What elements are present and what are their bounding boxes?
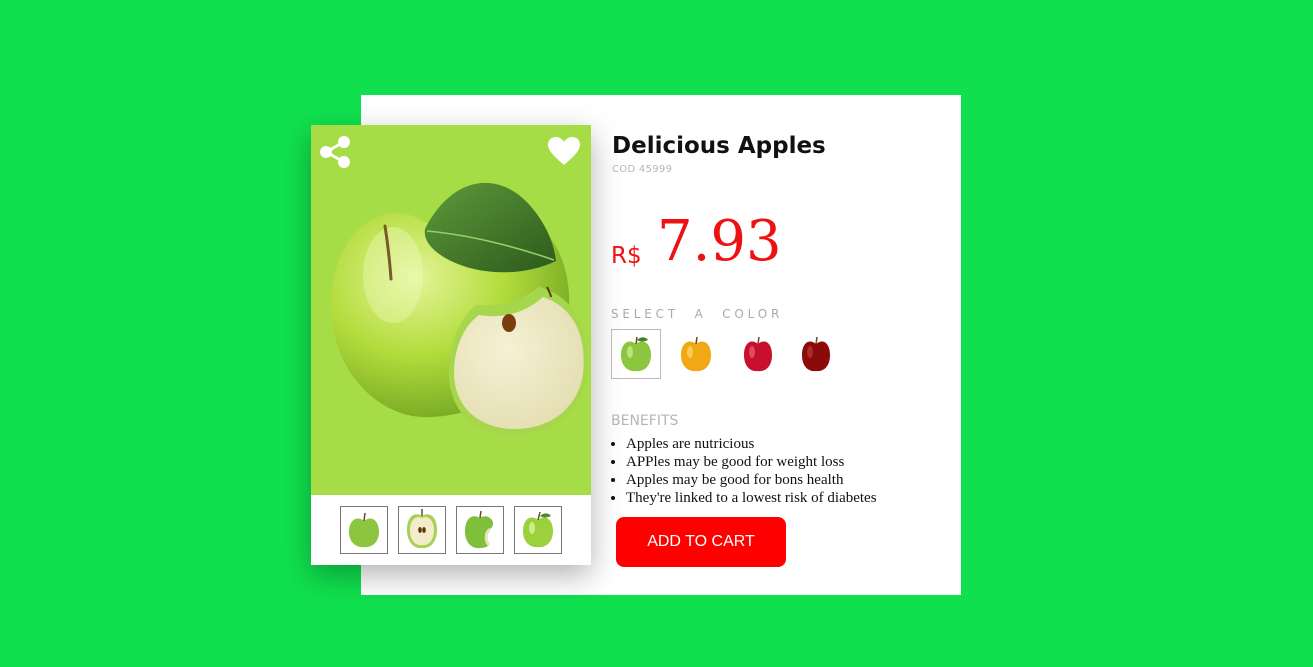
dark-red-apple-icon [802,336,830,372]
add-to-cart-button[interactable]: ADD TO CART [616,517,786,567]
product-title: Delicious Apples [612,133,826,159]
yellow-apple-icon [681,336,711,372]
product-code: COD 45999 [612,164,673,175]
price-currency: R$ [611,243,642,269]
shiny-green-apple-thumbnail-icon [523,511,553,548]
benefit-item: Apples are nutricious [626,435,877,453]
benefits-list: Apples are nutricious APPles may be good… [611,435,877,507]
benefits-label: BENEFITS [611,413,679,429]
apple-illustration [330,182,588,435]
apple-half-thumbnail-icon [407,509,437,549]
heart-icon[interactable] [547,136,581,166]
color-select-label: SELECT A COLOR [611,307,784,321]
benefit-item: Apples may be good for bons health [626,471,877,489]
product-gallery [311,125,591,565]
price-value: 7.93 [657,209,782,274]
thumbnail-green-apple-shiny[interactable] [514,506,562,554]
product-image [311,125,591,495]
thumbnail-apple-half[interactable] [398,506,446,554]
apple-bitten-thumbnail-icon [465,510,494,549]
green-apple-icon [621,336,651,372]
thumbnail-strip [311,495,591,565]
green-apple-thumbnail-icon [349,512,379,548]
swatch-green[interactable] [611,329,661,379]
swatch-yellow[interactable] [671,329,721,379]
share-icon[interactable] [319,135,353,169]
thumbnail-green-apple[interactable] [340,506,388,554]
thumbnail-apple-bitten[interactable] [456,506,504,554]
benefit-item: APPles may be good for weight loss [626,453,877,471]
benefit-item: They're linked to a lowest risk of diabe… [626,489,877,507]
swatch-dark-red[interactable] [791,329,841,379]
red-apple-icon [744,336,772,372]
swatch-red[interactable] [733,329,783,379]
